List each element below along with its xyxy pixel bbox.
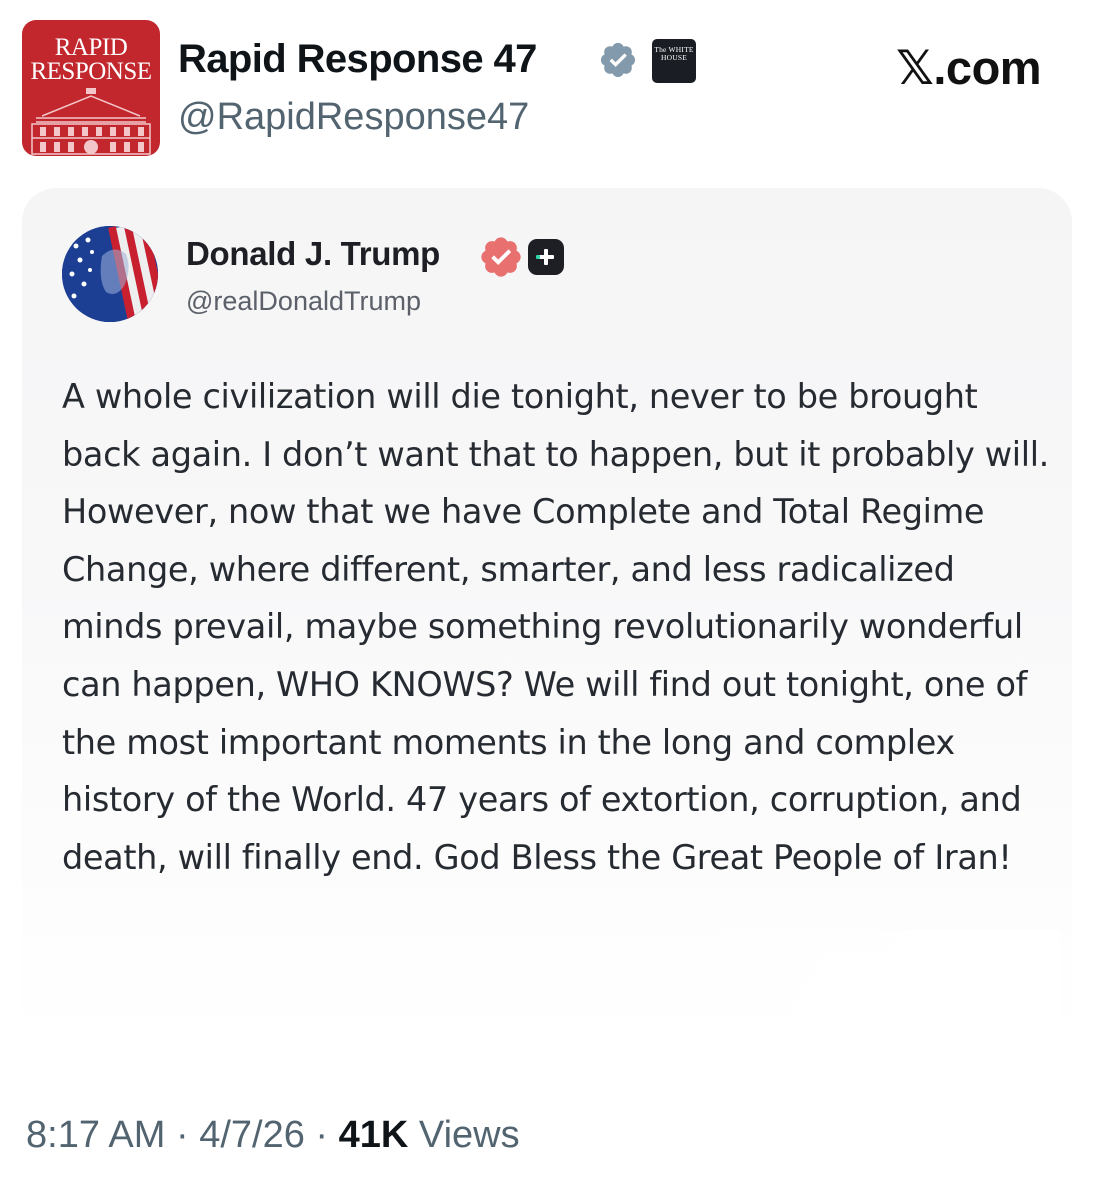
white-house-badge-icon[interactable]: The WHITE HOUSE (652, 39, 696, 83)
truth-verified-icon (481, 237, 521, 277)
views-label: Views (408, 1114, 520, 1156)
avatar-logo-text-bottom: RESPONSE (30, 58, 152, 85)
quoted-post-text: A whole civilization will die tonight, n… (62, 377, 1049, 877)
meta-separator: · (165, 1114, 200, 1156)
trump-avatar[interactable] (62, 226, 158, 322)
truth-plus-icon (528, 239, 564, 275)
plus-accent-dot (536, 255, 540, 259)
author-display-name[interactable]: Rapid Response 47 (178, 37, 537, 82)
post-metadata: 8:17 AM · 4/7/26 · 41K Views (26, 1114, 520, 1157)
rapid-response-avatar[interactable]: RAPID RESPONSE (22, 20, 160, 156)
white-house-illustration (31, 88, 151, 155)
card-glare (640, 930, 1060, 1042)
meta-separator: · (304, 1114, 339, 1156)
verified-badge-icon (600, 42, 636, 78)
views-count[interactable]: 41K (339, 1114, 409, 1156)
post-time[interactable]: 8:17 AM (26, 1114, 165, 1156)
author-handle[interactable]: @RapidResponse47 (178, 96, 529, 139)
flag-portrait-image (62, 226, 158, 322)
post-date[interactable]: 4/7/26 (199, 1114, 305, 1156)
quoted-author-display-name[interactable]: Donald J. Trump (186, 235, 440, 273)
x-brand-watermark: 𝕏.com (896, 41, 1042, 94)
quoted-author-handle[interactable]: @realDonaldTrump (186, 286, 421, 317)
